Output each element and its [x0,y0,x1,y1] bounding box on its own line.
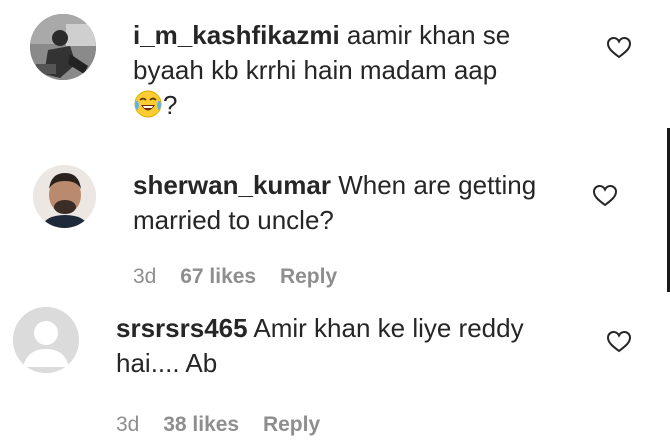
avatar[interactable] [13,307,79,373]
comment-item: srsrsrs465 Amir khan ke liye reddy hai..… [0,300,670,443]
comment-time: 3d [133,265,157,288]
comment-body: Amir khan ke liye reddy [253,313,524,343]
heart-icon[interactable] [592,184,618,208]
comment-text: sherwan_kumar When are getting married t… [133,168,583,238]
comment-body-line3: ? [163,90,178,120]
default-avatar-icon [13,307,79,373]
comment-body-line2: married to uncle? [133,205,334,235]
comment-body: When are getting [338,170,537,200]
avatar-photo-icon [30,14,96,80]
comment-body-line2: hai.... Ab [116,348,218,378]
comment-time: 3d [116,413,140,436]
comment-username[interactable]: srsrsrs465 [116,313,248,343]
comment-text: i_m_kashfikazmi aamir khan se byaah kb k… [133,18,593,123]
avatar[interactable] [30,14,96,80]
comment-meta: 3d 67 likes Reply [133,265,355,289]
heart-icon[interactable] [606,36,632,60]
comments-panel: i_m_kashfikazmi aamir khan se byaah kb k… [0,0,670,443]
comment-body: aamir khan se [346,20,511,50]
heart-icon[interactable] [606,330,632,354]
comment-meta: 3d 38 likes Reply [116,413,338,437]
avatar[interactable] [33,165,96,228]
comment-body-line2: byaah kb krrhi hain madam aap [133,55,498,85]
comment-text: srsrsrs465 Amir khan ke liye reddy hai..… [116,311,596,381]
comment-item: sherwan_kumar When are getting married t… [0,140,670,300]
comment-item: i_m_kashfikazmi aamir khan se byaah kb k… [0,0,670,140]
reply-button[interactable]: Reply [263,413,320,436]
comment-username[interactable]: i_m_kashfikazmi [133,20,340,50]
likes-count[interactable]: 67 likes [180,265,256,288]
likes-count[interactable]: 38 likes [163,413,239,436]
comment-username[interactable]: sherwan_kumar [133,170,331,200]
avatar-photo-icon [33,165,96,228]
face-with-tears-of-joy-emoji-icon [134,90,162,118]
reply-button[interactable]: Reply [280,265,337,288]
